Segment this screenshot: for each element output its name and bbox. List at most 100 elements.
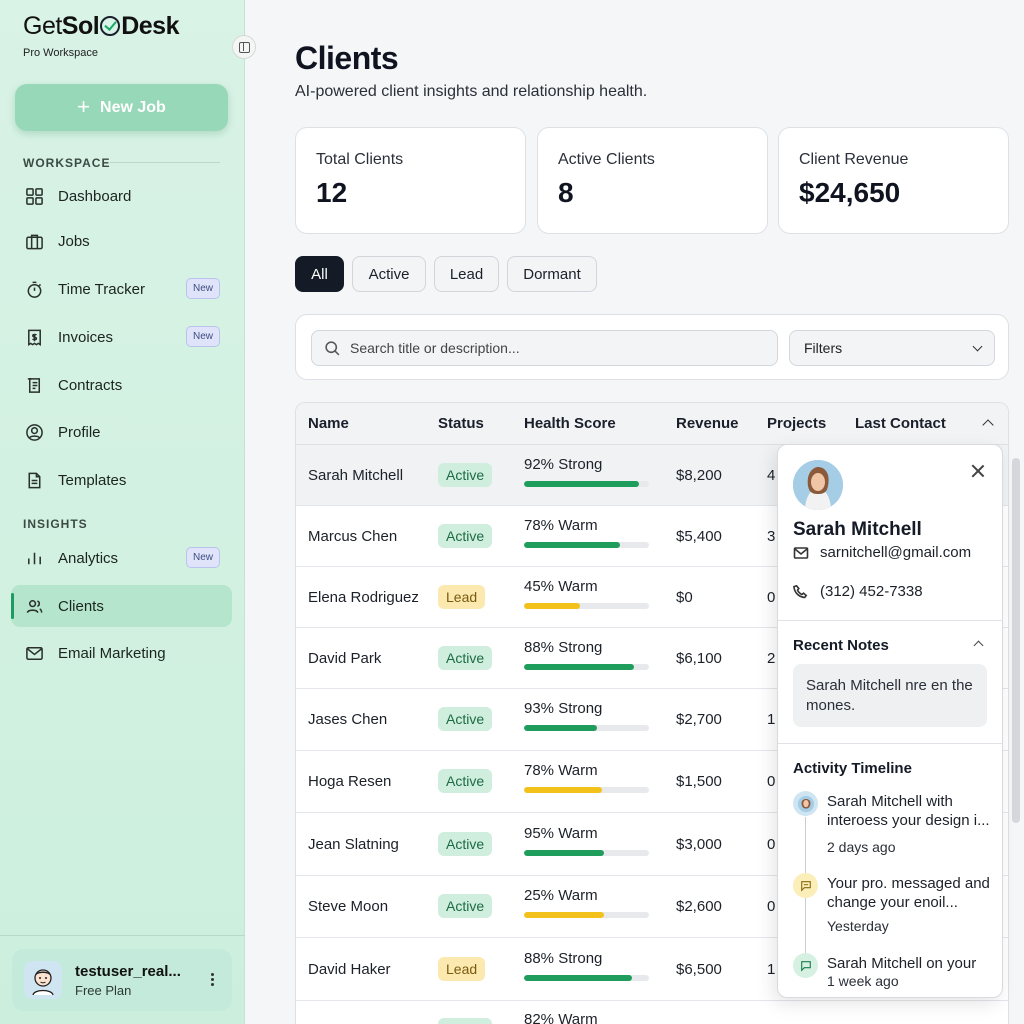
column-header-name[interactable]: Name	[308, 415, 349, 432]
health-score-bar	[524, 975, 649, 981]
chevron-down-icon	[972, 341, 983, 352]
revenue-cell: $8,200	[676, 467, 722, 484]
stat-value: 12	[316, 177, 348, 208]
table-row[interactable]: Active 82% Warm	[296, 1001, 1008, 1024]
users-icon	[24, 596, 44, 616]
sidebar-item-label: Jobs	[58, 232, 90, 250]
brand-logo[interactable]: GetSol Desk	[23, 12, 179, 41]
health-score-bar	[524, 850, 649, 856]
sidebar-item-time-tracker[interactable]: Time Tracker New	[11, 268, 232, 310]
health-score-bar-fill	[524, 975, 632, 981]
scrollbar[interactable]	[1012, 458, 1020, 823]
status-badge: Active	[438, 524, 493, 548]
contract-icon	[24, 375, 44, 395]
health-score-bar-fill	[524, 912, 604, 918]
chevron-up-icon[interactable]	[982, 419, 994, 431]
status-badge: Active	[438, 894, 493, 918]
chevron-up-icon[interactable]	[973, 640, 984, 651]
projects-cell: 1	[767, 961, 776, 978]
recent-notes-heading: Recent Notes	[793, 637, 889, 654]
sidebar-item-analytics[interactable]: Analytics New	[11, 537, 232, 579]
client-name-cell[interactable]: Jases Chen	[308, 711, 387, 728]
section-label-workspace: WORKSPACE	[23, 156, 111, 170]
user-plan: Free Plan	[75, 982, 132, 998]
health-score-bar-fill	[524, 664, 634, 670]
tab-dormant[interactable]: Dormant	[507, 256, 597, 292]
client-name-cell[interactable]: Jean Slatning	[308, 836, 399, 853]
collapse-sidebar-button[interactable]	[232, 35, 256, 59]
page-subtitle: AI-powered client insights and relations…	[295, 83, 648, 100]
new-job-button[interactable]: + New Job	[15, 84, 228, 131]
sidebar-item-email-marketing[interactable]: Email Marketing	[11, 632, 232, 674]
timeline-item-time: Yesterday	[827, 918, 889, 934]
section-label-insights: INSIGHTS	[23, 517, 88, 531]
client-email[interactable]: sarnitchell@gmail.com	[793, 544, 971, 561]
stopwatch-icon	[24, 279, 44, 299]
filters-select[interactable]: Filters	[789, 330, 995, 366]
revenue-cell: $2,700	[676, 711, 722, 728]
user-card[interactable]: testuser_real... Free Plan	[12, 949, 232, 1011]
tab-lead[interactable]: Lead	[434, 256, 499, 292]
tab-all[interactable]: All	[295, 256, 344, 292]
invoice-icon	[24, 327, 44, 347]
search-input[interactable]: Search title or description...	[311, 330, 778, 366]
panel-divider	[778, 620, 1002, 621]
projects-cell: 0	[767, 836, 776, 853]
bar-chart-icon	[24, 548, 44, 568]
sidebar-item-clients[interactable]: Clients	[11, 585, 232, 627]
status-badge: Active	[438, 832, 493, 856]
projects-cell: 0	[767, 898, 776, 915]
client-name-cell[interactable]: Elena Rodriguez	[308, 589, 419, 606]
client-name-cell[interactable]: Hoga Resen	[308, 773, 391, 790]
column-header-health-score[interactable]: Health Score	[524, 415, 616, 432]
health-score-bar-fill	[524, 542, 621, 548]
search-card: Search title or description... Filters	[295, 314, 1009, 380]
client-detail-panel: Sarah Mitchell sarnitchell@gmail.com (31…	[777, 444, 1003, 998]
document-icon	[24, 470, 44, 490]
sidebar-item-profile[interactable]: Profile	[11, 411, 232, 453]
client-name-cell[interactable]: Marcus Chen	[308, 528, 397, 545]
page-title: Clients	[295, 40, 399, 76]
sidebar: GetSol Desk Pro Workspace + New Job WORKS…	[0, 0, 245, 1024]
sidebar-item-jobs[interactable]: Jobs	[11, 220, 232, 262]
tab-active[interactable]: Active	[352, 256, 426, 292]
client-phone[interactable]: (312) 452-7338	[793, 583, 923, 600]
health-score-label: 88% Strong	[524, 950, 603, 967]
status-badge: Active	[438, 1018, 493, 1024]
health-score-bar	[524, 664, 649, 670]
health-score-bar	[524, 787, 649, 793]
status-badge: Lead	[438, 957, 486, 981]
mail-icon	[793, 546, 809, 559]
user-name: testuser_real...	[75, 962, 181, 980]
client-name-cell[interactable]: David Park	[308, 650, 381, 667]
sidebar-item-templates[interactable]: Templates	[11, 459, 232, 501]
sidebar-item-label: Dashboard	[58, 187, 132, 205]
revenue-cell: $0	[676, 589, 693, 606]
filters-label: Filters	[804, 340, 843, 356]
sidebar-item-dashboard[interactable]: Dashboard	[11, 175, 232, 217]
status-badge: Active	[438, 769, 493, 793]
close-icon[interactable]	[971, 464, 985, 478]
more-options-icon[interactable]	[211, 973, 215, 988]
sidebar-divider	[0, 935, 245, 936]
timeline-item-text: Your pro. messaged and change your enoil…	[827, 875, 990, 911]
timeline-item-time: 1 week ago	[827, 973, 899, 989]
projects-cell: 3	[767, 528, 776, 545]
column-header-status[interactable]: Status	[438, 415, 484, 432]
health-score-bar-fill	[524, 725, 597, 731]
timeline-item-text: Sarah Mitchell on your	[827, 955, 977, 972]
revenue-cell: $5,400	[676, 528, 722, 545]
briefcase-icon	[24, 231, 44, 251]
mail-icon	[24, 643, 44, 663]
table-header: Name Status Health Score Revenue Project…	[296, 403, 1008, 445]
status-badge: Active	[438, 646, 493, 670]
client-name-cell[interactable]: David Haker	[308, 961, 391, 978]
client-name-cell[interactable]: Steve Moon	[308, 898, 388, 915]
sidebar-item-invoices[interactable]: Invoices New	[11, 316, 232, 358]
sidebar-item-label: Invoices	[58, 328, 114, 346]
column-header-projects[interactable]: Projects	[767, 415, 826, 432]
column-header-revenue[interactable]: Revenue	[676, 415, 739, 432]
client-name-cell[interactable]: Sarah Mitchell	[308, 467, 403, 484]
column-header-last-contact[interactable]: Last Contact	[855, 415, 946, 432]
sidebar-item-contracts[interactable]: Contracts	[11, 364, 232, 406]
